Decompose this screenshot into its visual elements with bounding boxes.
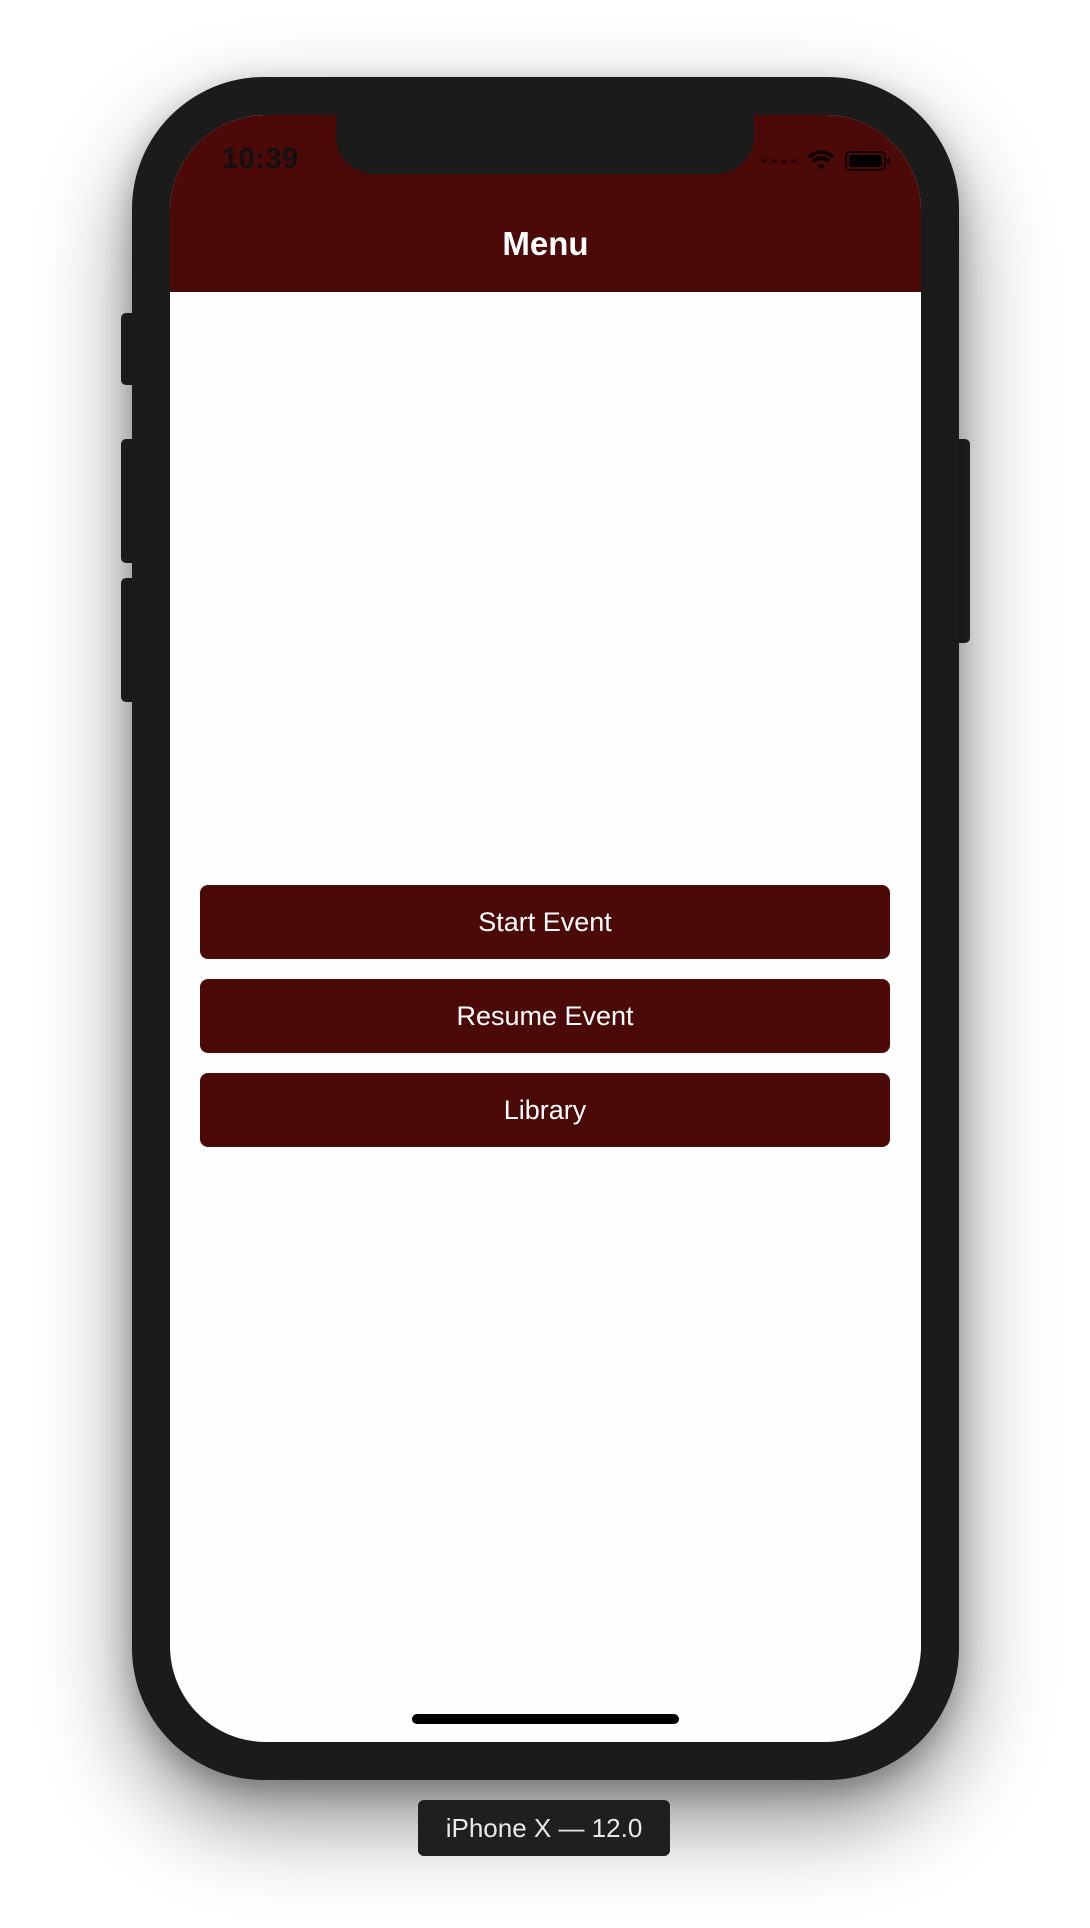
start-event-button[interactable]: Start Event	[200, 885, 890, 959]
status-icons	[761, 150, 891, 172]
simulator-device-label: iPhone X — 12.0	[418, 1800, 670, 1856]
navigation-bar: 10:39 Menu	[170, 115, 921, 292]
battery-icon	[845, 151, 890, 171]
simulator-stage: 10:39 Menu Start Event Resume Event Libr…	[0, 0, 1090, 1928]
phone-screen: 10:39 Menu Start Event Resume Event Libr…	[170, 115, 921, 1742]
resume-event-button[interactable]: Resume Event	[200, 979, 890, 1053]
status-time: 10:39	[222, 143, 299, 175]
wifi-icon	[807, 150, 835, 170]
library-button[interactable]: Library	[200, 1073, 890, 1147]
cellular-signal-icon	[761, 159, 797, 163]
notch	[336, 115, 754, 174]
page-title: Menu	[502, 225, 589, 262]
home-indicator[interactable]	[412, 1714, 679, 1724]
